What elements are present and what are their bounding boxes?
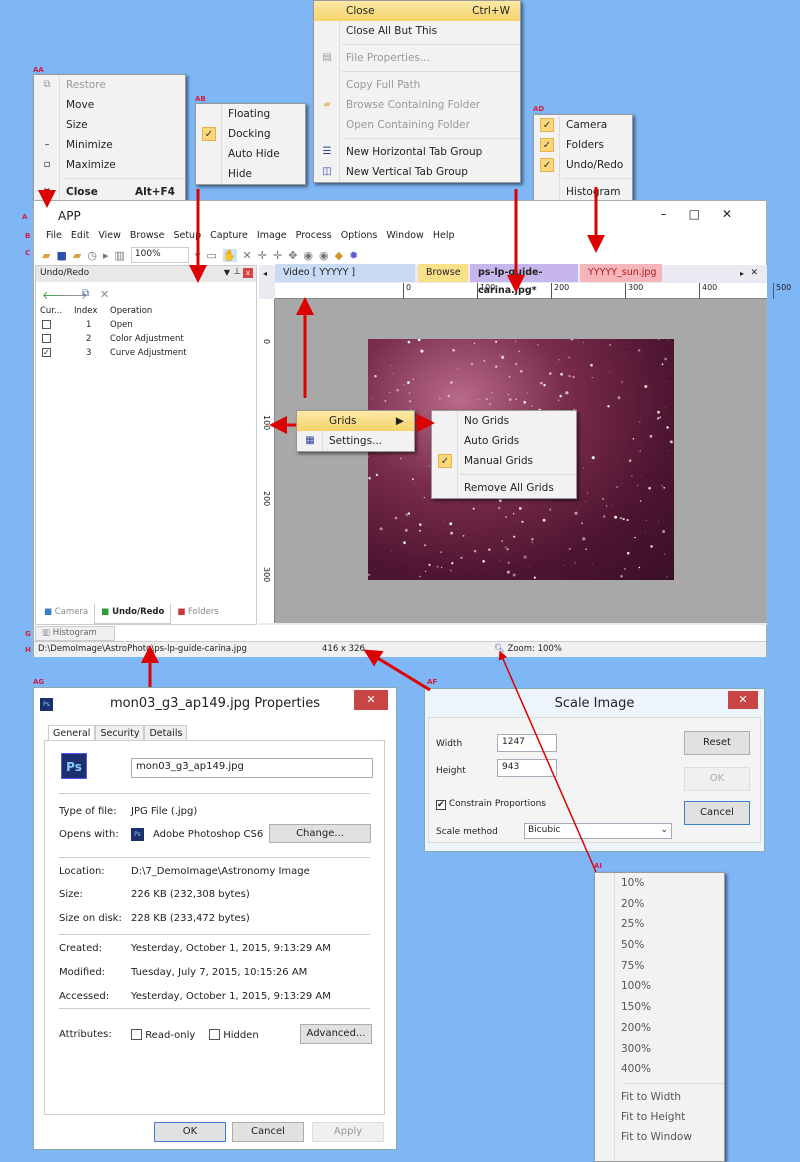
annotation-arrows <box>38 187 605 873</box>
arrow-af <box>363 649 431 692</box>
arrow-ai <box>498 650 597 873</box>
